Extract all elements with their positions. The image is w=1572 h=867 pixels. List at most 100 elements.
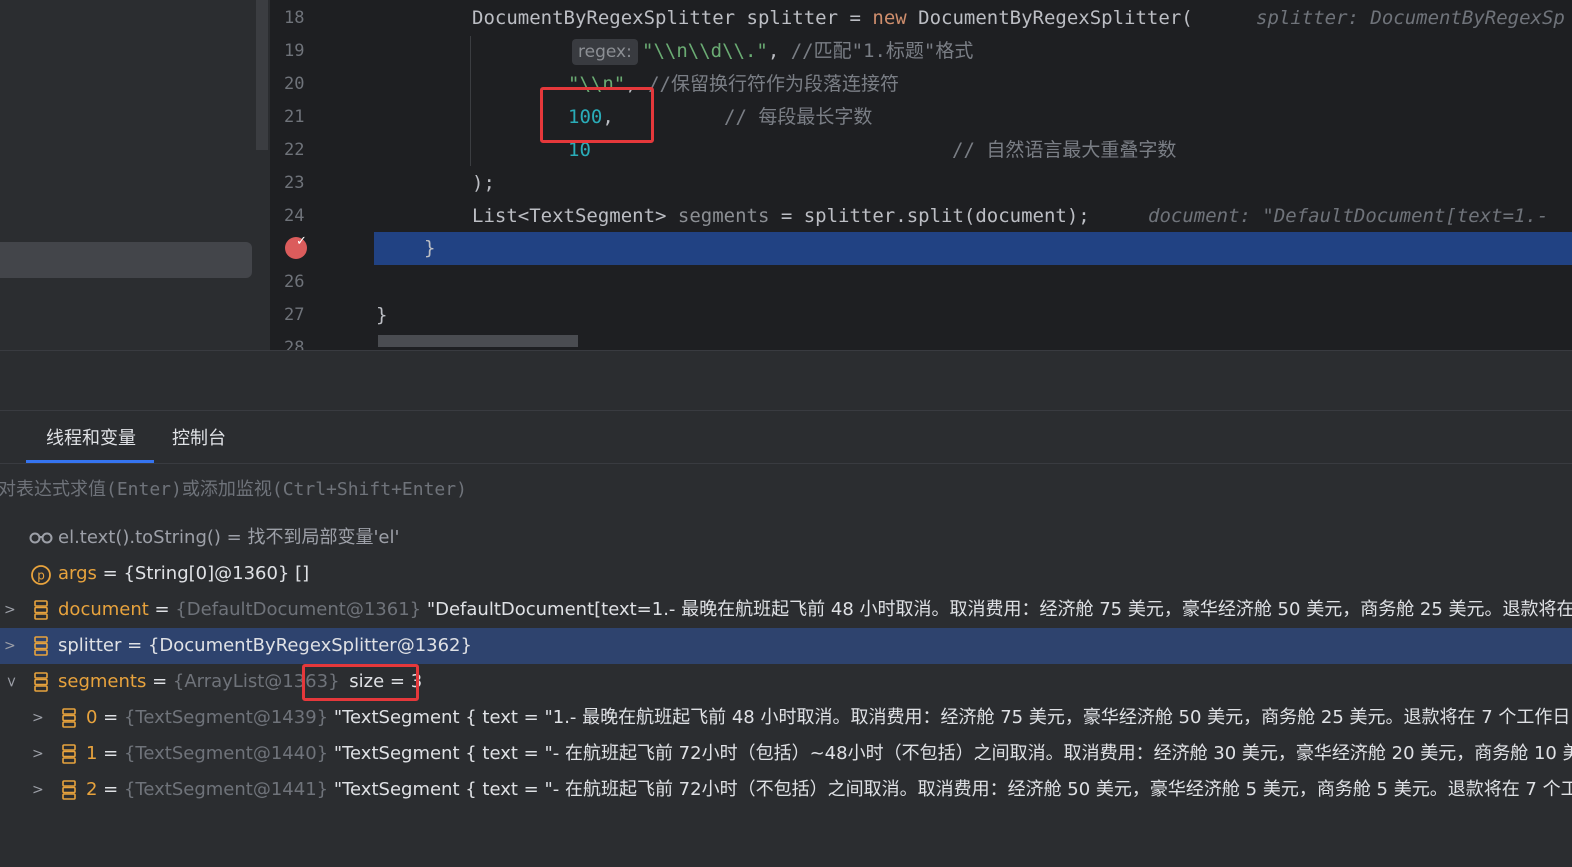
chevron-right-icon[interactable]: > <box>32 700 44 736</box>
variable-segments: segments <box>677 205 770 227</box>
list-item[interactable]: > 2 = {TextSegment@1441} "TextSegment { … <box>0 772 1572 808</box>
comment: // 自然语言最大重叠字数 <box>952 139 1177 161</box>
variable-entry: args = {String[0]@1360} [] <box>58 556 309 592</box>
highlight-box-max-segment-size <box>540 87 654 143</box>
comment: //保留换行符作为段落连接符 <box>648 73 899 95</box>
watch-row[interactable]: el.text().toString() = 找不到局部变量'el' <box>0 520 1572 556</box>
field-icon <box>62 744 76 764</box>
variable-entry: 1 = {TextSegment@1440} "TextSegment { te… <box>86 736 1572 772</box>
debugger-tab-bar: 线程和变量 控制台 <box>0 410 1572 464</box>
line-number: 27 <box>284 305 305 325</box>
debugger-toolbar-area <box>0 350 1572 411</box>
code-line-27: } <box>376 304 388 326</box>
variable-value: "DefaultDocument[text=1.- 最晚在航班起飞前 48 小时… <box>426 599 1572 620</box>
equals-sign: = <box>96 563 124 584</box>
variable-row-splitter[interactable]: > splitter = {DocumentByRegexSplitter@13… <box>0 628 1572 664</box>
equals-sign: = <box>121 635 148 656</box>
item-index: 1 <box>86 743 98 764</box>
line-number: 24 <box>284 206 305 226</box>
line-number: 28 <box>284 338 305 350</box>
indent-guide <box>470 36 471 166</box>
field-icon <box>34 672 48 692</box>
variable-value: "TextSegment { text = "- 在航班起飞前 72小时（不包括… <box>333 779 1572 800</box>
item-index: 2 <box>86 779 98 800</box>
variable-entry: 2 = {TextSegment@1441} "TextSegment { te… <box>86 772 1572 808</box>
keyword-new: new <box>872 7 907 29</box>
field-icon <box>62 708 76 728</box>
variable-name: document <box>58 599 149 620</box>
project-tree-scrollbar[interactable] <box>256 0 268 150</box>
chevron-right-icon[interactable]: > <box>32 772 44 808</box>
code-token: DocumentByRegexSplitter( <box>906 7 1193 29</box>
chevron-right-icon[interactable]: > <box>32 736 44 772</box>
line-number: 22 <box>284 140 305 160</box>
variable-name: args <box>58 563 97 584</box>
parameter-icon: p <box>30 563 52 592</box>
variable-row-segments[interactable]: > segments = {ArrayList@1363} size = 3 <box>0 664 1572 700</box>
equals-sign: = <box>146 671 173 692</box>
type-name: DocumentByRegexSplitter <box>472 7 736 29</box>
inlay-hint-regex: regex: <box>572 39 638 65</box>
code-line-18: DocumentByRegexSplitter splitter = new D… <box>472 2 1193 35</box>
highlight-box-segment-size <box>302 664 419 701</box>
variable-row-args[interactable]: p args = {String[0]@1360} [] <box>0 556 1572 592</box>
variable-entry: document = {DefaultDocument@1361} "Defau… <box>58 592 1572 628</box>
chevron-right-icon[interactable]: > <box>4 592 16 628</box>
comment: // 每段最长字数 <box>724 106 873 128</box>
item-index: 0 <box>86 707 98 728</box>
svg-text:p: p <box>37 569 45 583</box>
line-number: 26 <box>284 272 305 292</box>
tab-threads-variables[interactable]: 线程和变量 <box>46 411 136 464</box>
evaluate-expression-input[interactable]: 对表达式求值(Enter)或添加监视(Ctrl+Shift+Enter) <box>0 475 467 501</box>
code-line-19: "\\n\\d\\.", //匹配"1.标题"格式 <box>642 35 973 68</box>
chevron-down-icon[interactable]: > <box>0 675 29 689</box>
variable-row-document[interactable]: > document = {DefaultDocument@1361} "Def… <box>0 592 1572 628</box>
watch-expression: el.text().toString() = 找不到局部变量'el' <box>58 527 400 548</box>
equals-sign: = <box>97 743 124 764</box>
variable-name: segments <box>58 671 147 692</box>
line-number: 19 <box>284 41 305 61</box>
list-item[interactable]: > 0 = {TextSegment@1439} "TextSegment { … <box>0 700 1572 736</box>
code-token: , <box>767 40 791 62</box>
code-token: splitter = <box>735 7 873 29</box>
variable-type: {DefaultDocument@1361} <box>175 599 427 620</box>
variable-value: "TextSegment { text = "1.- 最晚在航班起飞前 48 小… <box>333 707 1572 728</box>
code-line-23: ); <box>472 172 495 194</box>
variable-value: {DocumentByRegexSplitter@1362} <box>147 635 472 656</box>
line-number: 18 <box>284 8 305 28</box>
equals-sign: = <box>97 707 124 728</box>
variable-entry: splitter = {DocumentByRegexSplitter@1362… <box>58 628 472 664</box>
comment: //匹配"1.标题"格式 <box>790 40 974 62</box>
variable-value: "TextSegment { text = "- 在航班起飞前 72小时（包括）… <box>333 743 1572 764</box>
list-item[interactable]: > 1 = {TextSegment@1440} "TextSegment { … <box>0 736 1572 772</box>
line-number: 21 <box>284 107 305 127</box>
field-icon <box>34 600 48 620</box>
equals-sign: = <box>97 779 124 800</box>
variable-type: {TextSegment@1441} <box>123 779 334 800</box>
variable-type: {TextSegment@1440} <box>123 743 334 764</box>
project-tree-selected-item[interactable] <box>0 242 252 278</box>
project-tree-pane <box>0 0 270 350</box>
code-line-25: } <box>424 237 436 259</box>
line-number: 20 <box>284 74 305 94</box>
tab-console[interactable]: 控制台 <box>172 411 226 464</box>
param-hint-document: document: "DefaultDocument[text=1.- <box>1148 205 1560 227</box>
variable-type: {TextSegment@1439} <box>123 707 334 728</box>
code-token: = splitter.split(document); <box>769 205 1090 227</box>
line-number: 23 <box>284 173 305 193</box>
equals-sign: = <box>148 599 176 620</box>
editor-horizontal-scrollbar[interactable] <box>378 335 578 347</box>
variable-entry: 0 = {TextSegment@1439} "TextSegment { te… <box>86 700 1572 736</box>
chevron-right-icon[interactable]: > <box>4 628 16 664</box>
type-name: List<TextSegment> <box>472 205 678 227</box>
breakpoint-check-icon: ✓ <box>296 234 307 249</box>
param-hint-splitter: splitter: DocumentByRegexSp <box>1256 7 1565 29</box>
code-line-24: List<TextSegment> segments = splitter.sp… <box>472 200 1090 233</box>
glasses-icon <box>28 520 54 556</box>
variable-name: splitter <box>58 635 122 656</box>
variable-value: {String[0]@1360} [] <box>123 563 310 584</box>
string-literal: "\\n\\d\\." <box>642 40 768 62</box>
field-icon <box>34 636 48 656</box>
current-execution-line-highlight <box>374 232 1572 265</box>
field-icon <box>62 780 76 800</box>
